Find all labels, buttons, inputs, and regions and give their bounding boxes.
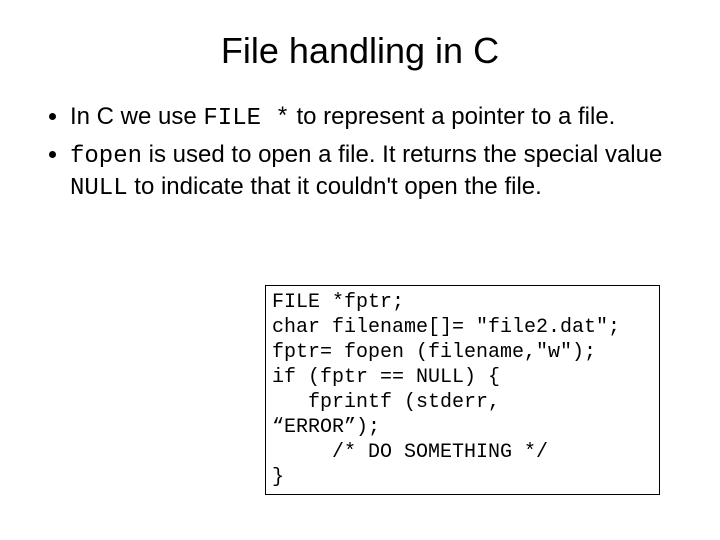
bullet-list: In C we use FILE * to represent a pointe…: [40, 102, 680, 204]
text: is used to open a file. It returns the s…: [142, 141, 662, 168]
code-inline: FILE *: [203, 105, 289, 132]
text: In C we use: [70, 103, 203, 130]
code-inline: NULL: [70, 175, 128, 202]
bullet-1: In C we use FILE * to represent a pointe…: [70, 102, 680, 134]
bullet-2: fopen is used to open a file. It returns…: [70, 140, 680, 204]
code-block: FILE *fptr; char filename[]= "file2.dat"…: [265, 285, 660, 495]
slide-title: File handling in C: [40, 30, 680, 72]
slide-body: In C we use FILE * to represent a pointe…: [40, 102, 680, 204]
text: to indicate that it couldn't open the fi…: [128, 173, 542, 200]
code-inline: fopen: [70, 143, 142, 170]
text: to represent a pointer to a file.: [290, 103, 616, 130]
slide: File handling in C In C we use FILE * to…: [0, 0, 720, 540]
